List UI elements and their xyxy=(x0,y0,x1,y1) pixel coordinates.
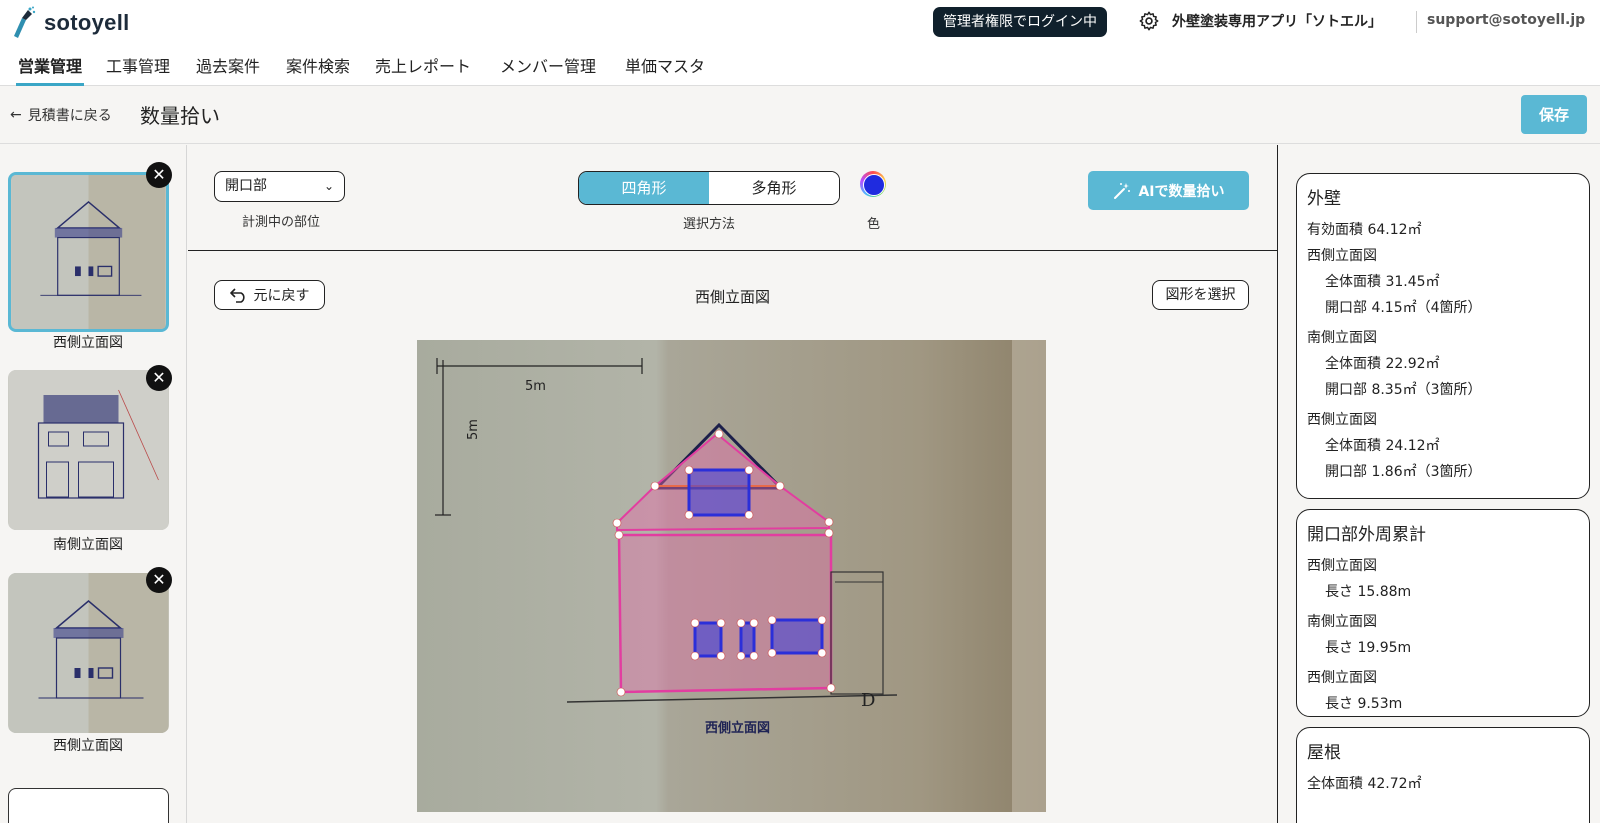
thumbnail-label: 西側立面図 xyxy=(53,738,123,754)
opening-selection-2[interactable] xyxy=(693,621,723,658)
wall-area-selection[interactable] xyxy=(617,533,833,694)
wall-section-openings: 開口部 4.15㎡（4箇所） xyxy=(1325,300,1482,316)
roof-summary-card: 屋根 全体面積 42.72㎡ xyxy=(1296,727,1590,823)
support-email[interactable]: support@sotoyell.jp xyxy=(1427,12,1585,28)
logo-text: sotoyell xyxy=(44,10,130,35)
measurement-toolbar: 開口部 ⌄ 計測中の部位 四角形 多角形 選択方法 色 AIで数量拾い xyxy=(188,145,1277,251)
logo[interactable]: sotoyell xyxy=(8,6,130,40)
method-polygon-option[interactable]: 多角形 xyxy=(709,172,839,204)
ai-quantity-button[interactable]: AIで数量拾い xyxy=(1088,171,1249,210)
select-shape-button[interactable]: 図形を選択 xyxy=(1152,280,1249,310)
back-to-estimate-link[interactable]: ← 見積書に戻る xyxy=(10,105,112,125)
method-rectangle-option[interactable]: 四角形 xyxy=(579,172,709,204)
thumbnail-label: 南側立面図 xyxy=(53,537,123,553)
opening-selection-1[interactable] xyxy=(687,468,751,517)
header-divider xyxy=(1416,11,1417,33)
part-select[interactable]: 開口部 ⌄ xyxy=(214,171,345,202)
logo-icon xyxy=(14,6,36,38)
wall-section-total: 全体面積 24.12㎡ xyxy=(1325,438,1440,454)
scale-label-horizontal: 5m xyxy=(525,379,546,394)
roof-card-title: 屋根 xyxy=(1307,743,1341,763)
perimeter-section-length: 長さ 9.53m xyxy=(1325,696,1403,712)
save-button[interactable]: 保存 xyxy=(1521,95,1587,134)
wall-summary-card: 外壁 有効面積 64.12㎡ 西側立面図 全体面積 31.45㎡ 開口部 4.1… xyxy=(1296,173,1590,499)
nav-tab-sales-report[interactable]: 売上レポート xyxy=(375,53,471,86)
color-caption: 色 xyxy=(867,217,881,232)
part-select-value: 開口部 xyxy=(225,178,267,194)
perimeter-summary-card: 開口部外周累計 西側立面図 長さ 15.88m 南側立面図 長さ 19.95m … xyxy=(1296,509,1590,717)
ai-button-label: AIで数量拾い xyxy=(1138,183,1225,200)
nav-tab-member-management[interactable]: メンバー管理 xyxy=(500,53,596,86)
wall-card-title: 外壁 xyxy=(1307,189,1341,209)
page-header: ← 見積書に戻る 数量拾い 保存 xyxy=(0,86,1600,144)
wall-section-total: 全体面積 31.45㎡ xyxy=(1325,274,1440,290)
wall-section-name: 西側立面図 xyxy=(1307,412,1377,428)
page-title: 数量拾い xyxy=(140,104,220,128)
main-nav: 営業管理 工事管理 過去案件 案件検索 売上レポート メンバー管理 単価マスタ xyxy=(0,44,1600,86)
roof-total-area: 全体面積 42.72㎡ xyxy=(1307,776,1422,792)
blueprint-thumbnail-image xyxy=(11,175,166,329)
blueprint-thumbnail-image xyxy=(8,370,169,530)
drawing-thumbnail-list[interactable]: ✕ 西側立面図 ✕ 南側立面図 ✕ 西側立面図 xyxy=(0,145,187,823)
wall-section-openings: 開口部 8.35㎡（3箇所） xyxy=(1325,382,1482,398)
perimeter-card-title: 開口部外周累計 xyxy=(1307,525,1426,545)
perimeter-section-length: 長さ 15.88m xyxy=(1325,584,1412,600)
opening-selection-4[interactable] xyxy=(770,618,824,655)
drawing-canvas-area: 元に戻す 西側立面図 図形を選択 5m 5m D 西側立面図 xyxy=(188,252,1277,823)
nav-tab-sales[interactable]: 営業管理 xyxy=(16,53,85,86)
thumbnail-west-elevation-1[interactable] xyxy=(8,172,169,332)
perimeter-section-name: 西側立面図 xyxy=(1307,558,1377,574)
nav-tab-past-projects[interactable]: 過去案件 xyxy=(196,53,260,86)
remove-thumbnail-3-button[interactable]: ✕ xyxy=(146,567,172,593)
wall-section-name: 南側立面図 xyxy=(1307,330,1377,346)
scale-label-vertical: 5m xyxy=(466,419,481,440)
perimeter-section-name: 南側立面図 xyxy=(1307,614,1377,630)
selection-method-toggle: 四角形 多角形 xyxy=(578,171,840,205)
admin-login-badge: 管理者権限でログイン中 xyxy=(933,7,1107,37)
nav-tab-construction[interactable]: 工事管理 xyxy=(106,53,170,86)
thumbnail-west-elevation-2[interactable] xyxy=(8,573,169,733)
gear-icon[interactable] xyxy=(1138,10,1160,32)
opening-selection-3[interactable] xyxy=(739,621,756,658)
app-name: 外壁塗装専用アプリ「ソトエル」 xyxy=(1172,14,1382,30)
back-link-label: 見積書に戻る xyxy=(27,108,112,124)
add-thumbnail-placeholder[interactable] xyxy=(8,788,169,823)
wall-section-name: 西側立面図 xyxy=(1307,248,1377,264)
nav-tab-project-search[interactable]: 案件検索 xyxy=(286,53,350,86)
nav-tab-unit-price-master[interactable]: 単価マスタ xyxy=(625,53,705,86)
arrow-left-icon: ← xyxy=(10,107,22,123)
drawing-mark: D xyxy=(861,690,875,711)
blueprint-drawing[interactable]: 5m 5m D 西側立面図 xyxy=(417,340,1046,812)
canvas-title: 西側立面図 xyxy=(694,288,770,306)
wall-effective-area: 有効面積 64.12㎡ xyxy=(1307,222,1422,238)
summary-panel[interactable]: 外壁 有効面積 64.12㎡ 西側立面図 全体面積 31.45㎡ 開口部 4.1… xyxy=(1277,145,1600,823)
chevron-down-icon: ⌄ xyxy=(323,179,334,193)
paper-edge xyxy=(1012,340,1046,812)
color-picker[interactable] xyxy=(860,171,886,197)
perimeter-section-name: 西側立面図 xyxy=(1307,670,1377,686)
remove-thumbnail-1-button[interactable]: ✕ xyxy=(146,162,172,188)
remove-thumbnail-2-button[interactable]: ✕ xyxy=(146,365,172,391)
magic-wand-icon xyxy=(1114,182,1131,199)
thumbnail-label: 西側立面図 xyxy=(53,335,123,351)
top-bar: sotoyell 管理者権限でログイン中 外壁塗装専用アプリ「ソトエル」 sup… xyxy=(0,0,1600,44)
wall-section-openings: 開口部 1.86㎡（3箇所） xyxy=(1325,464,1482,480)
thumbnail-south-elevation[interactable] xyxy=(8,370,169,530)
method-caption: 選択方法 xyxy=(683,217,736,232)
perimeter-section-length: 長さ 19.95m xyxy=(1325,640,1412,656)
wall-section-total: 全体面積 22.92㎡ xyxy=(1325,356,1440,372)
drawing-caption: 西側立面図 xyxy=(705,720,770,736)
blueprint-thumbnail-image xyxy=(8,573,169,733)
part-caption: 計測中の部位 xyxy=(242,215,321,230)
